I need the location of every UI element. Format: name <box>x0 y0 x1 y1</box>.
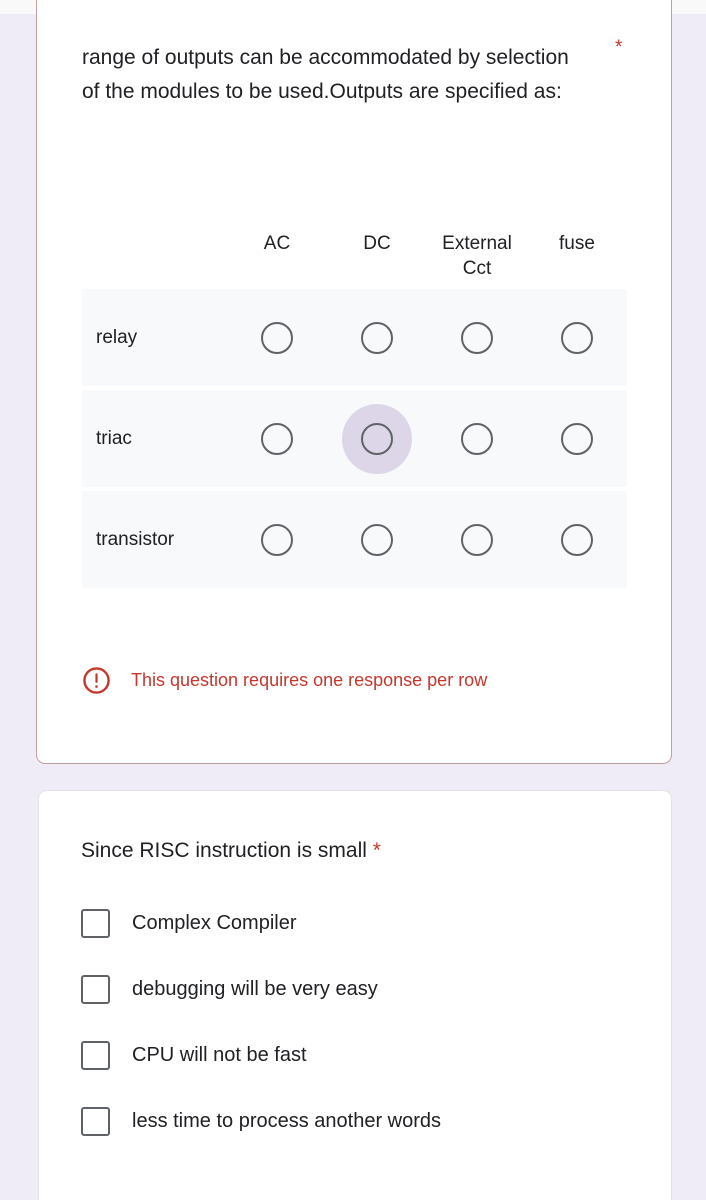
radio-cell-triac-fuse[interactable] <box>527 390 627 487</box>
form-page: range of outputs can be accommodated by … <box>0 0 706 1200</box>
radio-icon <box>561 422 593 455</box>
radio-cell-triac-dc[interactable] <box>327 390 427 487</box>
grid-column-header-dc: DC <box>363 233 391 254</box>
radio-icon <box>361 422 393 455</box>
checkbox-option-label: debugging will be very easy <box>132 978 378 1000</box>
question-prompt-checkbox: Since RISC instruction is small * <box>81 839 381 863</box>
grid-row-triac: triac <box>82 390 627 487</box>
grid-row-label-transistor: transistor <box>96 528 175 550</box>
checkbox-option-cpu-will-not-be-fast[interactable]: CPU will not be fast <box>81 1041 641 1070</box>
radio-icon <box>261 321 293 354</box>
checkbox-option-label: CPU will not be fast <box>132 1044 307 1066</box>
question-prompt-checkbox-text: Since RISC instruction is small <box>81 839 367 862</box>
radio-cell-transistor-fuse[interactable] <box>527 491 627 588</box>
radio-cell-relay-external-cct[interactable] <box>427 289 527 386</box>
checkbox-options-list: Complex Compiler debugging will be very … <box>81 909 641 1136</box>
radio-cell-relay-fuse[interactable] <box>527 289 627 386</box>
error-circle-icon <box>83 667 110 694</box>
radio-icon <box>361 321 393 354</box>
radio-icon <box>361 523 393 556</box>
required-asterisk-grid: * <box>615 37 623 58</box>
question-card-grid: range of outputs can be accommodated by … <box>36 0 672 764</box>
radio-icon <box>561 523 593 556</box>
radio-cell-transistor-dc[interactable] <box>327 491 427 588</box>
question-prompt-grid: range of outputs can be accommodated by … <box>82 46 569 104</box>
grid-column-header-ac: AC <box>263 233 291 254</box>
radio-icon <box>561 321 593 354</box>
radio-icon <box>461 321 493 354</box>
checkbox-option-label: less time to process another words <box>132 1110 442 1132</box>
radio-icon <box>261 523 293 556</box>
question-card-checkbox: Since RISC instruction is small * Comple… <box>38 790 672 1200</box>
radio-icon <box>261 422 293 455</box>
checkbox-option-label: Complex Compiler <box>132 912 297 934</box>
radio-cell-triac-external-cct[interactable] <box>427 390 527 487</box>
radio-cell-relay-dc[interactable] <box>327 289 427 386</box>
grid-row-transistor: transistor <box>82 491 627 588</box>
grid-column-header-external-cct: External Cct <box>442 233 512 280</box>
checkbox-icon <box>81 975 110 1004</box>
radio-cell-triac-ac[interactable] <box>227 390 327 487</box>
checkbox-option-less-time-to-process-another-words[interactable]: less time to process another words <box>81 1107 641 1136</box>
validation-error: This question requires one response per … <box>82 666 487 695</box>
radio-cell-transistor-external-cct[interactable] <box>427 491 527 588</box>
checkbox-option-complex-compiler[interactable]: Complex Compiler <box>81 909 641 938</box>
radio-cell-transistor-ac[interactable] <box>227 491 327 588</box>
grid-row-label-triac: triac <box>96 427 132 449</box>
checkbox-icon <box>81 1107 110 1136</box>
grid-row-relay: relay <box>82 289 627 386</box>
validation-error-text: This question requires one response per … <box>131 670 488 690</box>
checkbox-icon <box>81 909 110 938</box>
grid-header-row: AC DC External Cct fuse <box>82 209 627 289</box>
radio-icon <box>461 422 493 455</box>
radio-icon <box>461 523 493 556</box>
checkbox-icon <box>81 1041 110 1070</box>
grid-column-header-fuse: fuse <box>559 233 595 254</box>
required-asterisk-checkbox: * <box>372 839 381 862</box>
grid-row-label-relay: relay <box>96 326 138 348</box>
radio-grid: AC DC External Cct fuse relay triac tran… <box>82 209 627 588</box>
radio-cell-relay-ac[interactable] <box>227 289 327 386</box>
checkbox-option-debugging-will-be-very-easy[interactable]: debugging will be very easy <box>81 975 641 1004</box>
grid-body: relay triac transistor <box>82 289 627 588</box>
